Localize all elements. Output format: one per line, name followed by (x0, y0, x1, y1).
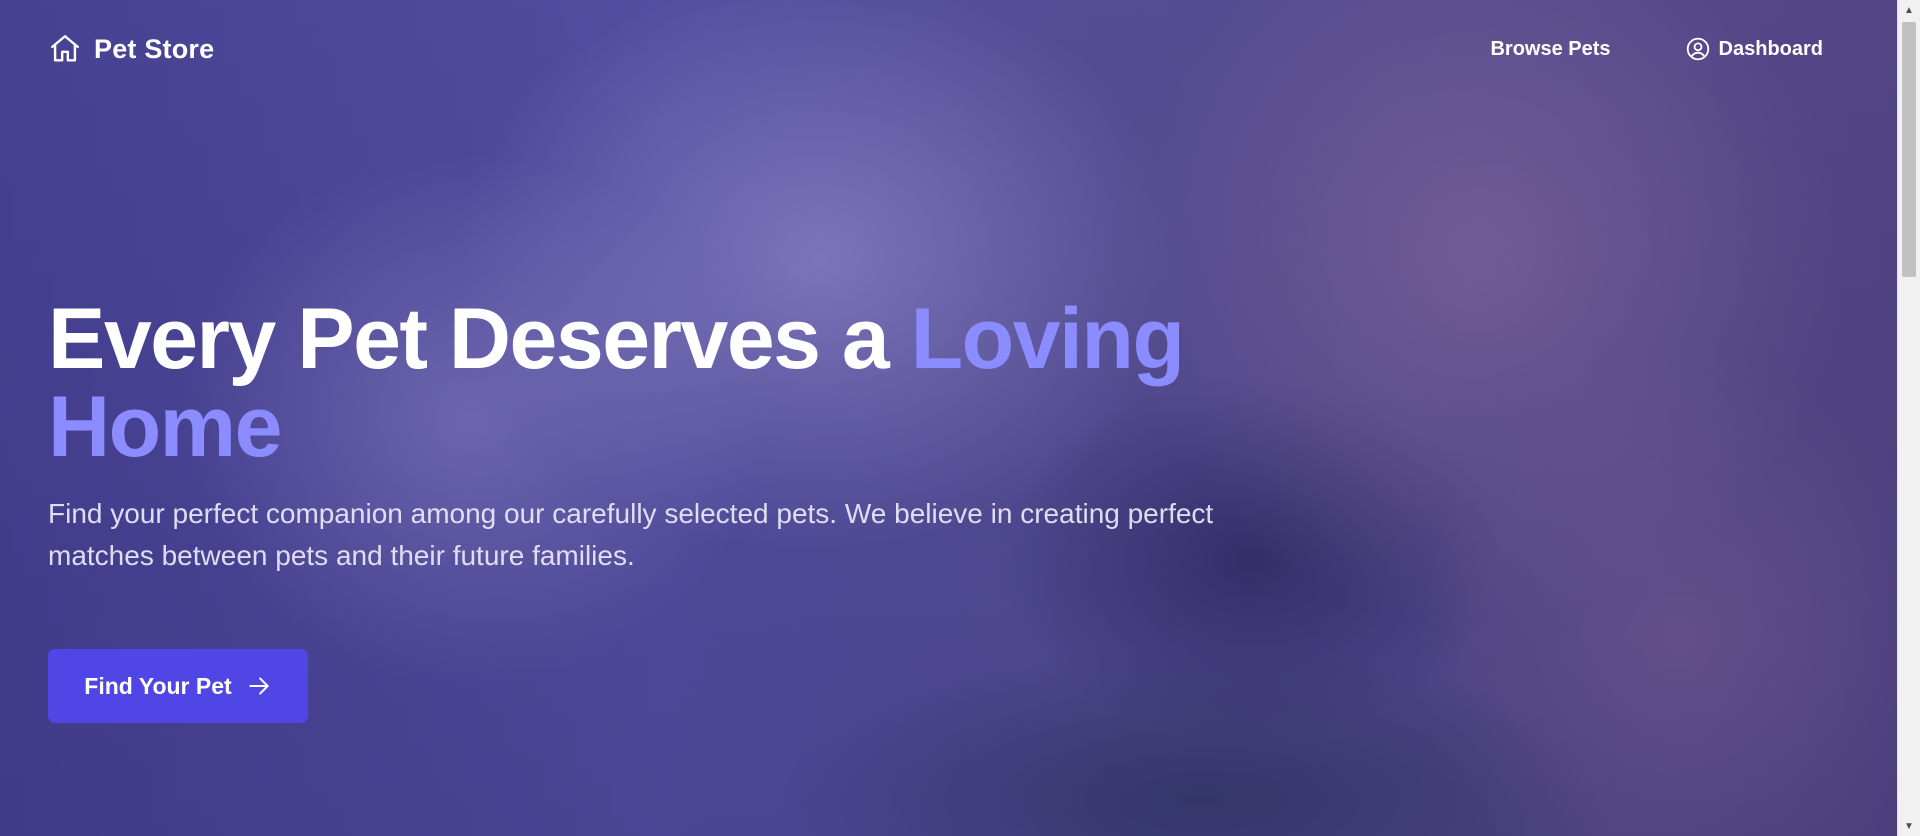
scroll-down-arrow-icon[interactable]: ▼ (1898, 816, 1920, 836)
page: Pet Store Browse Pets Dashboard Every Pe… (0, 0, 1920, 836)
arrow-right-icon (246, 673, 272, 699)
nav-link-dashboard[interactable]: Dashboard (1685, 36, 1823, 62)
nav-link-label: Browse Pets (1490, 37, 1611, 60)
hero-title-main: Every Pet Deserves a (48, 291, 890, 387)
nav-link-label: Dashboard (1718, 37, 1823, 60)
top-nav: Pet Store Browse Pets Dashboard (0, 0, 1898, 100)
hero-content: Every Pet Deserves a Loving Home Find yo… (48, 295, 1248, 577)
scrollbar-thumb[interactable] (1902, 22, 1916, 277)
nav-links: Browse Pets Dashboard (1490, 36, 1823, 62)
user-circle-icon (1685, 36, 1711, 62)
scroll-up-arrow-icon[interactable]: ▲ (1898, 0, 1920, 20)
cta-label: Find Your Pet (84, 672, 232, 699)
home-icon (48, 32, 82, 66)
nav-link-browse-pets[interactable]: Browse Pets (1490, 38, 1610, 61)
hero-subtitle: Find your perfect companion among our ca… (48, 498, 1214, 571)
vertical-scrollbar[interactable]: ▲ ▼ (1897, 0, 1920, 836)
hero-title: Every Pet Deserves a Loving Home (48, 295, 1248, 471)
brand-name: Pet Store (94, 33, 215, 64)
find-your-pet-button[interactable]: Find Your Pet (48, 649, 308, 723)
brand-link[interactable]: Pet Store (48, 32, 214, 66)
